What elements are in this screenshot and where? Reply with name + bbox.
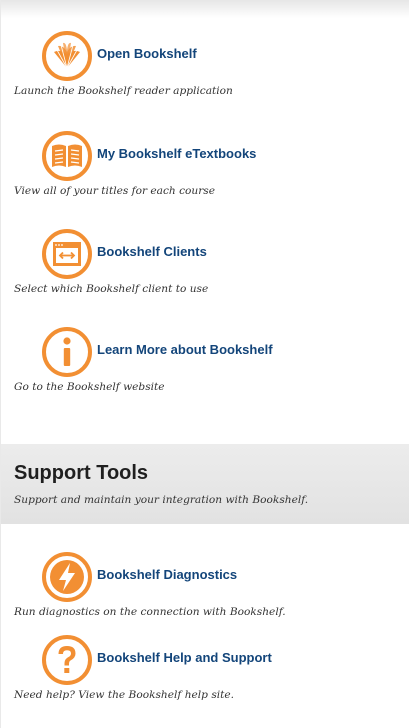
book-open-icon[interactable] xyxy=(41,30,93,82)
top-shadow xyxy=(1,0,409,18)
learn-more-item[interactable]: Learn More about Bookshelf Go to the Boo… xyxy=(1,326,401,396)
lightning-icon[interactable] xyxy=(41,551,93,603)
bookshelf-help-description: Need help? View the Bookshelf help site. xyxy=(14,689,235,701)
support-tools-title: Support Tools xyxy=(14,462,149,484)
support-tools-subtitle: Support and maintain your integration wi… xyxy=(14,494,309,506)
bookshelf-help-item[interactable]: Bookshelf Help and Support Need help? Vi… xyxy=(1,634,401,704)
bookshelf-clients-item[interactable]: Bookshelf Clients Select which Bookshelf… xyxy=(1,228,401,298)
my-etextbooks-link[interactable]: My Bookshelf eTextbooks xyxy=(97,146,256,161)
bookshelf-tools-panel: Open Bookshelf Launch the Bookshelf read… xyxy=(0,0,409,728)
my-etextbooks-item[interactable]: My Bookshelf eTextbooks View all of your… xyxy=(1,130,401,200)
bookshelf-clients-link[interactable]: Bookshelf Clients xyxy=(97,244,207,259)
bookshelf-diagnostics-item[interactable]: Bookshelf Diagnostics Run diagnostics on… xyxy=(1,551,401,621)
my-etextbooks-description: View all of your titles for each course xyxy=(14,185,216,197)
open-bookshelf-item[interactable]: Open Bookshelf Launch the Bookshelf read… xyxy=(1,30,401,100)
info-icon[interactable] xyxy=(41,326,93,378)
bookshelf-diagnostics-link[interactable]: Bookshelf Diagnostics xyxy=(97,567,237,582)
bookshelf-diagnostics-description: Run diagnostics on the connection with B… xyxy=(14,606,286,618)
learn-more-link[interactable]: Learn More about Bookshelf xyxy=(97,342,273,357)
open-bookshelf-link[interactable]: Open Bookshelf xyxy=(97,46,197,61)
learn-more-description: Go to the Bookshelf website xyxy=(14,381,165,393)
bookshelf-help-link[interactable]: Bookshelf Help and Support xyxy=(97,650,272,665)
help-question-icon[interactable] xyxy=(41,634,93,686)
client-window-icon[interactable] xyxy=(41,228,93,280)
open-book-icon[interactable] xyxy=(41,130,93,182)
support-tools-section-header: Support Tools Support and maintain your … xyxy=(1,444,409,524)
open-bookshelf-description: Launch the Bookshelf reader application xyxy=(14,85,233,97)
bookshelf-clients-description: Select which Bookshelf client to use xyxy=(14,283,209,295)
